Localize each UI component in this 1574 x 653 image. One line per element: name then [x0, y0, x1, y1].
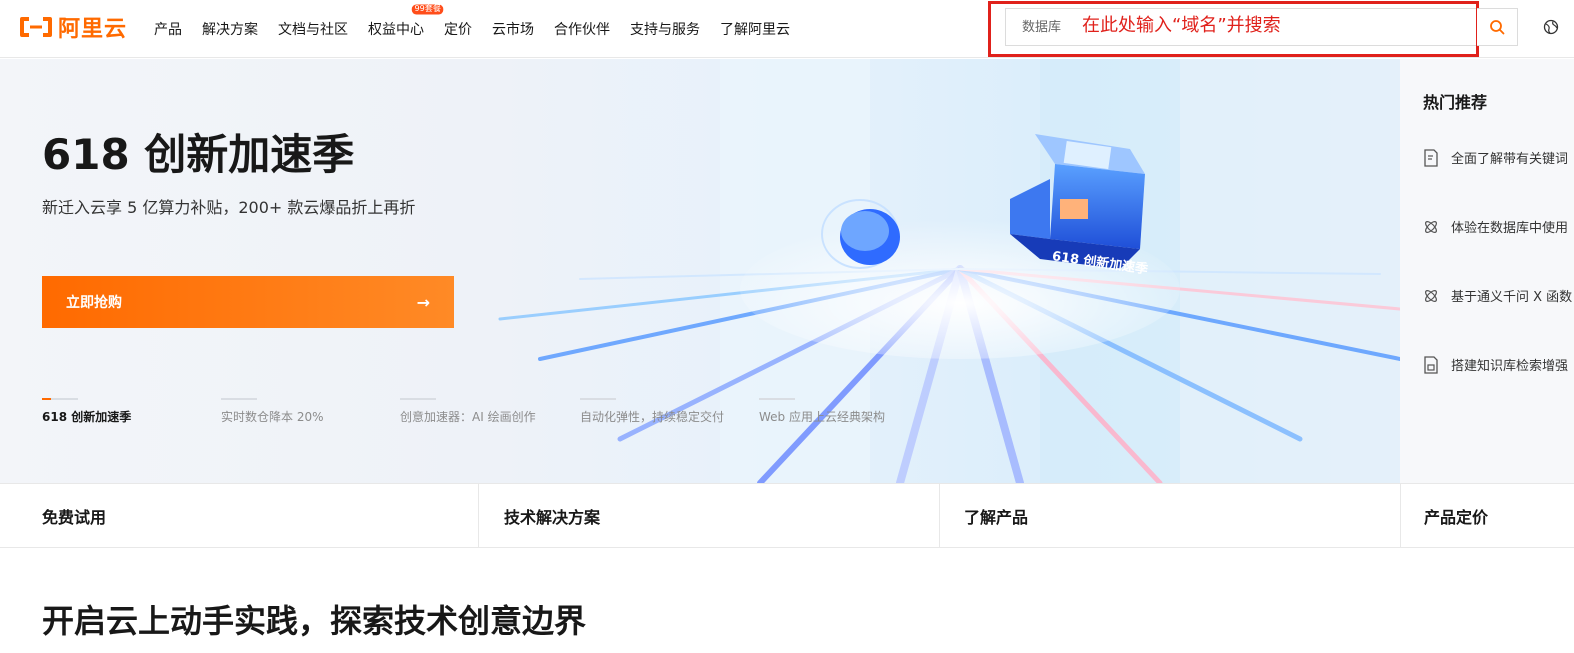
- slide-label: 自动化弹性，持续稳定交付: [580, 410, 725, 424]
- slide-label: 创意加速器：AI 绘画创作: [400, 410, 536, 424]
- search-button[interactable]: [1477, 8, 1518, 46]
- hero-title: 618 创新加速季: [42, 130, 355, 179]
- logo-text: 阿里云: [58, 17, 128, 42]
- nav-partners[interactable]: 合作伙伴: [554, 19, 610, 39]
- category-free-trial[interactable]: 免费试用: [42, 484, 106, 548]
- hot-recommendations-panel: 热门推荐 全面了解带有关键词 体验在数据库中使用 基于通义千问 X 函数 搭建知…: [1400, 59, 1574, 483]
- slide-progress-bar: [42, 398, 78, 400]
- hot-item-3[interactable]: 基于通义千问 X 函数: [1423, 286, 1572, 305]
- logo-mark-icon: [20, 17, 52, 37]
- category-divider: [478, 484, 479, 548]
- hot-item-1[interactable]: 全面了解带有关键词: [1423, 148, 1568, 167]
- document-icon: [1424, 148, 1438, 167]
- hot-item-label: 搭建知识库检索增强: [1451, 359, 1569, 374]
- document-icon: [1424, 355, 1438, 374]
- ai-icon: [1425, 220, 1437, 233]
- buy-now-button[interactable]: 立即抢购 →: [42, 276, 454, 328]
- buy-now-label: 立即抢购: [66, 295, 122, 311]
- nav-docs-community[interactable]: 文档与社区: [278, 19, 348, 39]
- main-nav: 产品 解决方案 文档与社区 权益中心 99套餐 定价 云市场 合作伙伴 支持与服…: [154, 0, 810, 58]
- slide-label: 实时数仓降本 20%: [221, 410, 324, 424]
- hot-item-label: 体验在数据库中使用: [1451, 221, 1569, 236]
- nav-solutions[interactable]: 解决方案: [202, 19, 258, 39]
- category-divider: [939, 484, 940, 548]
- category-divider: [1400, 484, 1401, 548]
- arrow-right-icon: →: [416, 292, 430, 312]
- section-title: 开启云上动手实践，探索技术创意边界: [42, 602, 587, 640]
- nav-benefits-label: 权益中心: [368, 22, 424, 38]
- nav-pricing[interactable]: 定价: [444, 19, 472, 39]
- slide-progress-bar: [759, 398, 795, 400]
- slide-progress-bar: [580, 398, 616, 400]
- nav-benefits-badge: 99套餐: [411, 4, 444, 15]
- slide-progress-bar: [221, 398, 257, 400]
- hot-item-4[interactable]: 搭建知识库检索增强: [1423, 355, 1568, 374]
- category-row: 免费试用 技术解决方案 了解产品 产品定价: [0, 483, 1574, 548]
- slide-label: 618 创新加速季: [42, 410, 132, 424]
- search-icon: [1490, 20, 1505, 35]
- language-button[interactable]: [1541, 17, 1561, 37]
- category-learn-products[interactable]: 了解产品: [964, 484, 1028, 548]
- category-pricing[interactable]: 产品定价: [1424, 484, 1488, 548]
- slide-label: Web 应用上云经典架构: [759, 410, 885, 424]
- slide-tab-2[interactable]: 实时数仓降本 20%: [221, 398, 391, 425]
- hero-slide-indicators: 618 创新加速季 实时数仓降本 20% 创意加速器：AI 绘画创作 自动化弹性…: [42, 398, 942, 438]
- globe-icon: [1543, 19, 1559, 35]
- hot-item-label: 基于通义千问 X 函数: [1451, 290, 1573, 305]
- slide-tab-3[interactable]: 创意加速器：AI 绘画创作: [400, 398, 570, 425]
- hot-item-label: 全面了解带有关键词: [1451, 152, 1569, 167]
- nav-benefits[interactable]: 权益中心 99套餐: [368, 4, 444, 39]
- hot-item-2[interactable]: 体验在数据库中使用: [1423, 217, 1568, 236]
- search-input[interactable]: [1022, 9, 1082, 45]
- slide-tab-1[interactable]: 618 创新加速季: [42, 398, 212, 425]
- slide-tab-5[interactable]: Web 应用上云经典架构: [759, 398, 929, 425]
- category-tech-solutions[interactable]: 技术解决方案: [504, 484, 600, 548]
- nav-about[interactable]: 了解阿里云: [720, 19, 790, 39]
- slide-progress-bar: [400, 398, 436, 400]
- slide-tab-4[interactable]: 自动化弹性，持续稳定交付: [580, 398, 750, 425]
- hero-banner: 618 创新加速季 618 创新加速季 新迁入云享 5 亿算力补贴，200+ 款…: [0, 59, 1400, 483]
- top-header: 阿里云 产品 解决方案 文档与社区 权益中心 99套餐 定价 云市场 合作伙伴 …: [0, 0, 1574, 58]
- aliyun-logo[interactable]: 阿里云: [18, 12, 127, 42]
- nav-support[interactable]: 支持与服务: [630, 19, 700, 39]
- search-annotation: 在此处输入“域名”并搜索: [1082, 15, 1281, 36]
- hot-title: 热门推荐: [1423, 93, 1488, 112]
- nav-marketplace[interactable]: 云市场: [492, 19, 534, 39]
- hero-subtitle: 新迁入云享 5 亿算力补贴，200+ 款云爆品折上再折: [42, 198, 416, 217]
- ai-icon: [1425, 289, 1437, 302]
- nav-products[interactable]: 产品: [154, 19, 182, 39]
